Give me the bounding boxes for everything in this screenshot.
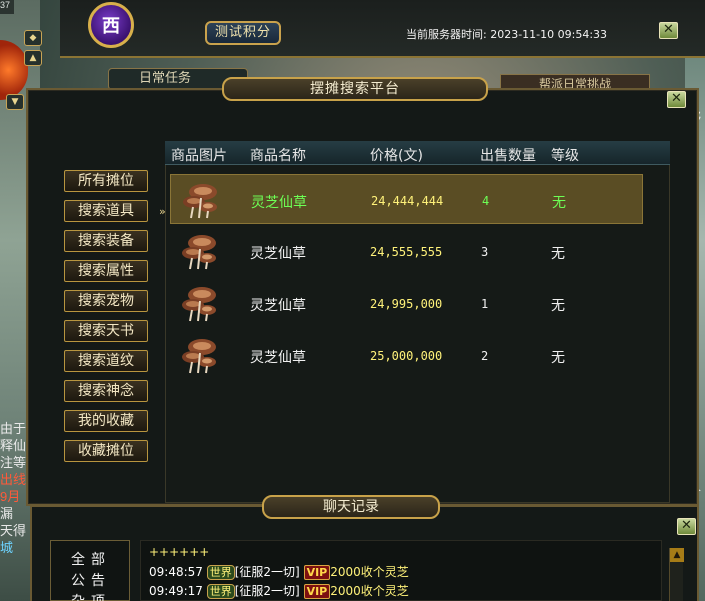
chat-channel-filter: 全部 公告 杂项 xyxy=(50,540,130,601)
left-chat-line: 9月 xyxy=(0,489,21,504)
chat-text: 2000收个灵芝 xyxy=(330,565,409,579)
item-name: 灵芝仙草 xyxy=(250,246,306,262)
filter-all[interactable]: 全部 xyxy=(71,549,111,569)
item-grade: 无 xyxy=(551,350,565,366)
top-close-button[interactable]: ✕ xyxy=(659,22,678,39)
test-points-button[interactable]: 测试积分 xyxy=(205,21,281,45)
header-image: 商品图片 xyxy=(171,148,227,164)
panel-title: 摆摊搜索平台 xyxy=(222,77,488,101)
vip-badge: VIP xyxy=(303,565,331,580)
left-chat-line: 注等 xyxy=(0,455,27,470)
sidebar-search-attributes[interactable]: 搜索属性 xyxy=(64,260,148,282)
sidebar-search-items[interactable]: 搜索道具 xyxy=(64,200,148,222)
top-status-bar xyxy=(60,0,705,58)
chat-sender[interactable]: [征服2一切] xyxy=(235,584,300,598)
item-price: 25,000,000 xyxy=(370,349,443,363)
chat-message: 09:48:57 世界 [征服2一切] VIP 2000收个灵芝 xyxy=(149,563,409,580)
item-qty: 4 xyxy=(482,194,490,208)
table-row[interactable]: 灵芝仙草 24,995,000 1 无 xyxy=(170,278,643,328)
header-name: 商品名称 xyxy=(250,148,306,164)
left-chat-line: 由于 xyxy=(0,421,27,436)
left-chat-line: 漏 xyxy=(0,506,14,521)
faction-emblem[interactable]: 西 xyxy=(88,2,134,48)
lingzhi-mushroom-icon xyxy=(182,235,216,270)
left-chat-line: 出线 xyxy=(0,472,27,487)
server-time: 当前服务器时间: 2023-11-10 09:54:33 xyxy=(406,26,607,42)
table-row[interactable]: 灵芝仙草 24,444,444 4 无 xyxy=(170,174,643,224)
chat-separator: ++++++ xyxy=(149,545,210,559)
item-price: 24,995,000 xyxy=(370,297,443,311)
sidebar-search-tianshu[interactable]: 搜索天书 xyxy=(64,320,148,342)
sidebar-favorite-stalls[interactable]: 收藏摊位 xyxy=(64,440,148,462)
item-qty: 1 xyxy=(481,297,489,311)
chat-toggle-icon[interactable]: ▼ xyxy=(6,94,24,110)
item-grade: 无 xyxy=(551,246,565,262)
header-grade: 等级 xyxy=(551,148,579,164)
sidebar-search-pets[interactable]: 搜索宠物 xyxy=(64,290,148,312)
left-chat-line: 城 xyxy=(0,540,14,555)
sidebar-search-daowen[interactable]: 搜索道纹 xyxy=(64,350,148,372)
table-row[interactable]: 灵芝仙草 25,000,000 2 无 xyxy=(170,330,643,380)
sidebar-search-shennian[interactable]: 搜索神念 xyxy=(64,380,148,402)
panel-close-button[interactable]: ✕ xyxy=(667,91,686,108)
minimize-arrow-icon[interactable]: ◆ xyxy=(24,30,42,46)
item-name: 灵芝仙草 xyxy=(250,350,306,366)
item-price: 24,555,555 xyxy=(370,245,443,259)
item-grade: 无 xyxy=(552,195,566,211)
expand-arrow-icon[interactable]: ▲ xyxy=(24,50,42,66)
chat-log: ++++++ 09:48:57 世界 [征服2一切] VIP 2000收个灵芝 09… xyxy=(140,540,662,601)
header-price: 价格(文) xyxy=(370,148,423,164)
server-time-label: 当前服务器时间: xyxy=(406,28,487,41)
chat-time: 09:49:17 xyxy=(149,584,203,598)
header-qty: 出售数量 xyxy=(480,148,536,164)
lingzhi-mushroom-icon xyxy=(183,184,217,219)
sidebar-all-stalls[interactable]: 所有摊位 xyxy=(64,170,148,192)
item-price: 24,444,444 xyxy=(371,194,444,208)
chat-message: 09:49:17 世界 [征服2一切] VIP 2000收个灵芝 xyxy=(149,582,409,599)
item-name: 灵芝仙草 xyxy=(250,298,306,314)
chat-title: 聊天记录 xyxy=(262,495,440,519)
left-chat-line: 释仙 xyxy=(0,438,27,453)
lingzhi-mushroom-icon xyxy=(182,339,216,374)
chat-time: 09:48:57 xyxy=(149,565,203,579)
world-channel-tag[interactable]: 世界 xyxy=(206,584,235,599)
sidebar-search-equipment[interactable]: 搜索装备 xyxy=(64,230,148,252)
sidebar-my-favorites[interactable]: 我的收藏 xyxy=(64,410,148,432)
item-grade: 无 xyxy=(551,298,565,314)
chat-sender[interactable]: [征服2一切] xyxy=(235,565,300,579)
item-qty: 2 xyxy=(481,349,489,363)
scroll-up-arrow-icon[interactable]: ▲ xyxy=(670,548,684,562)
chat-close-button[interactable]: ✕ xyxy=(677,518,696,535)
vip-badge: VIP xyxy=(303,584,331,599)
chat-text: 2000收个灵芝 xyxy=(330,584,409,598)
server-time-value: 2023-11-10 09:54:33 xyxy=(490,28,608,41)
lingzhi-mushroom-icon xyxy=(182,287,216,322)
left-chat-overflow: 由于 释仙 注等 出线 9月 漏 天得 城 xyxy=(0,420,28,570)
filter-misc[interactable]: 杂项 xyxy=(71,591,111,601)
chat-scrollbar[interactable]: ▲ xyxy=(669,548,684,601)
table-row[interactable]: 灵芝仙草 24,555,555 3 无 xyxy=(170,226,643,276)
player-level-number: 37 xyxy=(0,0,14,14)
filter-announcement[interactable]: 公告 xyxy=(71,570,111,590)
item-qty: 3 xyxy=(481,245,489,259)
left-chat-line: 天得 xyxy=(0,523,27,538)
item-name: 灵芝仙草 xyxy=(251,195,307,211)
world-channel-tag[interactable]: 世界 xyxy=(206,565,235,580)
